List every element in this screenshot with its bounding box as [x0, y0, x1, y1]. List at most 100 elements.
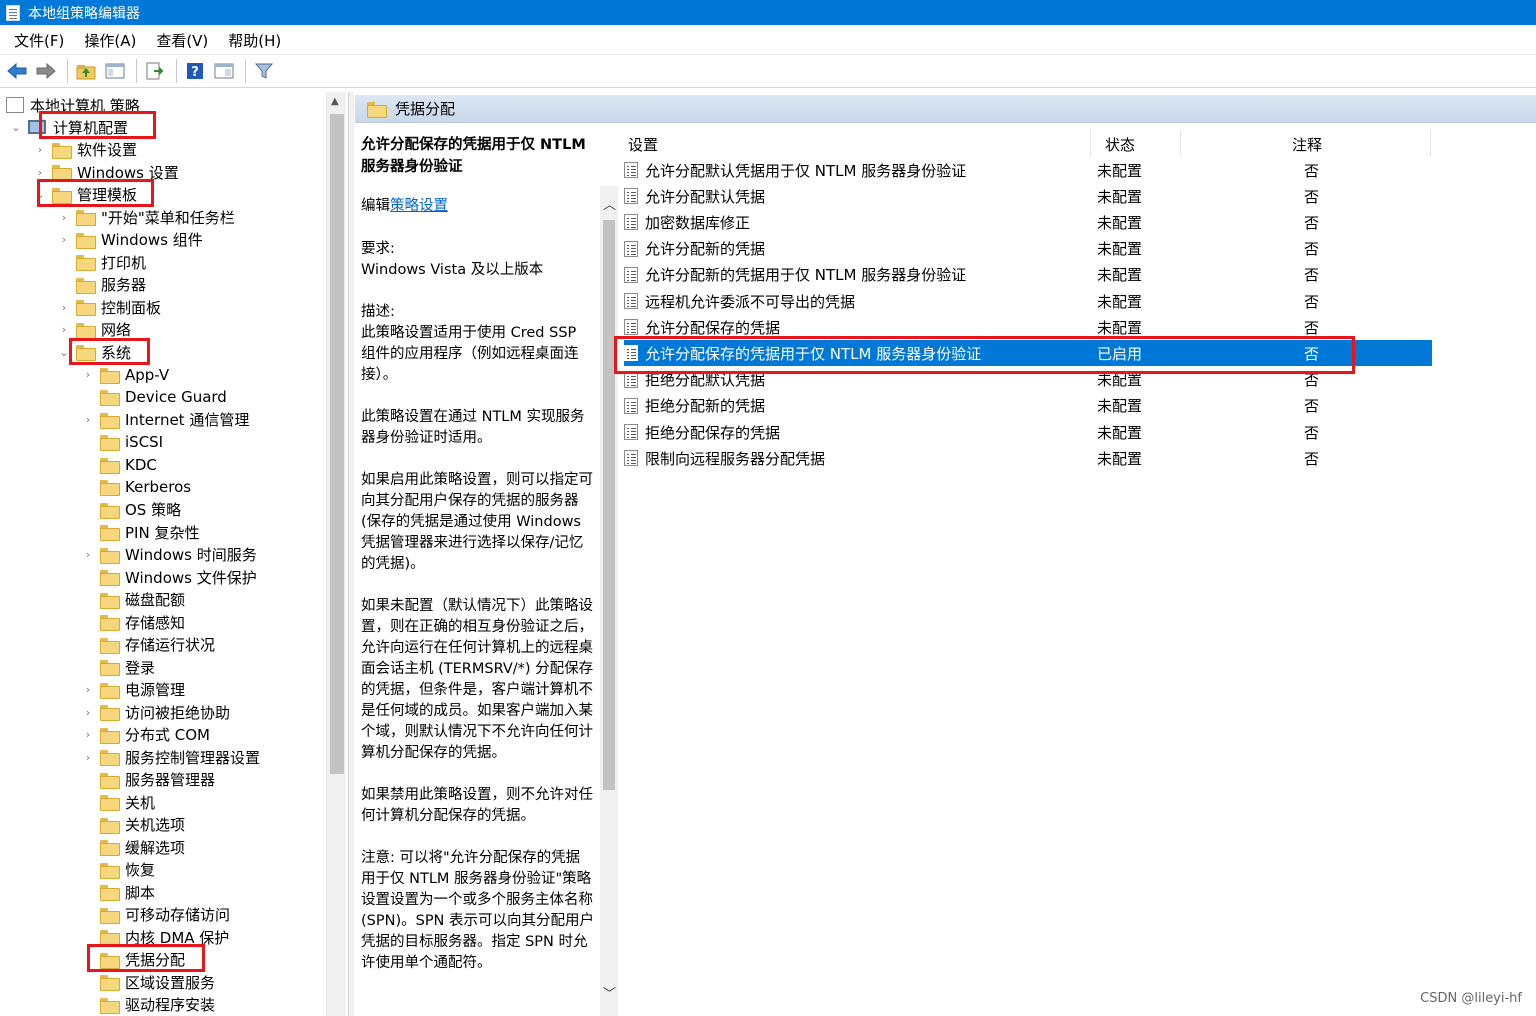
- tree-item[interactable]: 登录: [82, 656, 155, 678]
- policy-row[interactable]: 允许分配默认凭据 未配置 否: [624, 183, 1432, 209]
- tree-item[interactable]: ⌄ 计算机配置: [10, 116, 128, 138]
- policy-row[interactable]: 允许分配新的凭据用于仅 NTLM 服务器身份验证 未配置 否: [624, 262, 1432, 288]
- policy-row[interactable]: 允许分配保存的凭据用于仅 NTLM 服务器身份验证 已启用 否: [624, 340, 1432, 367]
- menu-file[interactable]: 文件(F): [4, 30, 74, 51]
- column-divider[interactable]: [1430, 130, 1431, 156]
- help-icon[interactable]: ?: [182, 58, 208, 84]
- up-folder-icon[interactable]: [73, 58, 99, 84]
- tree-item[interactable]: 缓解选项: [82, 836, 185, 858]
- policy-row[interactable]: 允许分配保存的凭据 未配置 否: [624, 314, 1432, 340]
- collapse-chevron-icon[interactable]: ⌄: [10, 121, 22, 134]
- tree-item[interactable]: 存储运行状况: [82, 634, 215, 656]
- tree-root[interactable]: 本地计算机 策略: [6, 94, 140, 116]
- scroll-up-arrow-icon[interactable]: ▲: [331, 96, 339, 107]
- properties-view-icon[interactable]: [211, 58, 237, 84]
- column-divider[interactable]: [1090, 130, 1091, 156]
- tree-item[interactable]: 可移动存储访问: [82, 904, 230, 926]
- description-scroll-thumb[interactable]: [603, 220, 615, 790]
- tree-item[interactable]: › 访问被拒绝协助: [82, 701, 230, 723]
- show-hide-tree-icon[interactable]: [102, 58, 128, 84]
- expand-chevron-icon[interactable]: ›: [82, 706, 94, 719]
- policy-note: 否: [1304, 266, 1320, 285]
- policy-row[interactable]: 远程机允许委派不可导出的凭据 未配置 否: [624, 288, 1432, 314]
- tree-item[interactable]: 驱动程序安装: [82, 994, 215, 1016]
- tree-item[interactable]: › 软件设置: [34, 139, 137, 161]
- tree-item[interactable]: ⌄ 系统: [58, 341, 131, 363]
- expand-chevron-icon[interactable]: ›: [58, 233, 70, 246]
- tree-item[interactable]: › Internet 通信管理: [82, 409, 250, 431]
- collapse-chevron-icon[interactable]: ⌄: [34, 188, 46, 201]
- tree-item[interactable]: OS 策略: [82, 499, 181, 521]
- tree-item[interactable]: › Windows 设置: [34, 161, 179, 183]
- column-state[interactable]: 状态: [1105, 134, 1135, 155]
- tree-item[interactable]: › 控制面板: [58, 296, 161, 318]
- menu-action[interactable]: 操作(A): [74, 30, 146, 51]
- expand-chevron-icon[interactable]: ›: [82, 728, 94, 741]
- column-note[interactable]: 注释: [1292, 134, 1322, 155]
- description-para-4: 如果未配置（默认情况下）此策略设置，则在正确的相互身份验证之后，允许向运行在任何…: [361, 598, 594, 761]
- policy-row[interactable]: 允许分配默认凭据用于仅 NTLM 服务器身份验证 未配置 否: [624, 157, 1432, 183]
- tree-item[interactable]: › Windows 时间服务: [82, 544, 257, 566]
- filter-icon[interactable]: [251, 58, 277, 84]
- tree-item[interactable]: KDC: [82, 454, 157, 476]
- export-list-icon[interactable]: [142, 58, 168, 84]
- tree-scrollbar[interactable]: ▲: [326, 92, 346, 1016]
- tree-item[interactable]: 区域设置服务: [82, 971, 215, 993]
- tree-item[interactable]: PIN 复杂性: [82, 521, 199, 543]
- tree-item[interactable]: › 电源管理: [82, 679, 185, 701]
- pane-splitter[interactable]: [348, 92, 354, 1016]
- tree-item[interactable]: 内核 DMA 保护: [82, 926, 229, 948]
- policy-row[interactable]: 拒绝分配默认凭据 未配置 否: [624, 367, 1432, 393]
- tree-item[interactable]: 打印机: [58, 251, 146, 273]
- tree-item[interactable]: 关机选项: [82, 814, 185, 836]
- tree-item[interactable]: 关机: [82, 791, 155, 813]
- expand-chevron-icon[interactable]: ›: [34, 166, 46, 179]
- collapse-chevron-icon[interactable]: ⌄: [58, 346, 70, 359]
- forward-arrow-icon[interactable]: [33, 58, 59, 84]
- tree-item[interactable]: › App-V: [82, 364, 169, 386]
- expand-chevron-icon[interactable]: ›: [58, 323, 70, 336]
- column-divider[interactable]: [1180, 130, 1181, 156]
- tree-item[interactable]: iSCSI: [82, 431, 163, 453]
- tree-item[interactable]: ⌄ 管理模板: [34, 184, 137, 206]
- tree-item[interactable]: › 分布式 COM: [82, 724, 210, 746]
- tree-item[interactable]: › 服务控制管理器设置: [82, 746, 260, 768]
- tree-item[interactable]: Kerberos: [82, 476, 191, 498]
- tree-item[interactable]: 凭据分配: [82, 949, 185, 971]
- tree-item-label: Kerberos: [125, 478, 192, 496]
- tree-scroll-thumb[interactable]: [330, 114, 344, 774]
- menu-view[interactable]: 查看(V): [146, 30, 218, 51]
- policy-row[interactable]: 拒绝分配保存的凭据 未配置 否: [624, 419, 1432, 445]
- description-scrollbar[interactable]: ︿ ﹀: [600, 186, 618, 1016]
- back-arrow-icon[interactable]: [4, 58, 30, 84]
- tree-item[interactable]: Windows 文件保护: [82, 566, 257, 588]
- tree-item[interactable]: 脚本: [82, 881, 155, 903]
- expand-chevron-icon[interactable]: ›: [58, 211, 70, 224]
- tree-item[interactable]: 存储感知: [82, 611, 185, 633]
- tree-item[interactable]: 恢复: [82, 859, 155, 881]
- scroll-up-arrow-icon[interactable]: ︿: [603, 194, 616, 213]
- menu-help[interactable]: 帮助(H): [218, 30, 291, 51]
- tree-item[interactable]: Device Guard: [82, 386, 227, 408]
- tree-item[interactable]: 服务器管理器: [82, 769, 215, 791]
- scroll-down-arrow-icon[interactable]: ﹀: [603, 983, 616, 1002]
- expand-chevron-icon[interactable]: ›: [82, 548, 94, 561]
- policy-setting-icon: [624, 371, 638, 388]
- policy-row[interactable]: 拒绝分配新的凭据 未配置 否: [624, 393, 1432, 419]
- tree-item[interactable]: 磁盘配额: [82, 589, 185, 611]
- expand-chevron-icon[interactable]: ›: [82, 413, 94, 426]
- policy-row[interactable]: 允许分配新的凭据 未配置 否: [624, 236, 1432, 262]
- tree-item[interactable]: › Windows 组件: [58, 229, 203, 251]
- tree-item[interactable]: › 网络: [58, 319, 131, 341]
- tree-item[interactable]: 服务器: [58, 274, 146, 296]
- expand-chevron-icon[interactable]: ›: [82, 683, 94, 696]
- expand-chevron-icon[interactable]: ›: [34, 143, 46, 156]
- column-setting[interactable]: 设置: [628, 134, 658, 155]
- expand-chevron-icon[interactable]: ›: [58, 301, 70, 314]
- tree-item[interactable]: › "开始"菜单和任务栏: [58, 206, 235, 228]
- policy-row[interactable]: 限制向远程服务器分配凭据 未配置 否: [624, 445, 1432, 471]
- edit-policy-link[interactable]: 策略设置: [390, 198, 448, 214]
- policy-row[interactable]: 加密数据库修正 未配置 否: [624, 209, 1432, 235]
- expand-chevron-icon[interactable]: ›: [82, 751, 94, 764]
- expand-chevron-icon[interactable]: ›: [82, 368, 94, 381]
